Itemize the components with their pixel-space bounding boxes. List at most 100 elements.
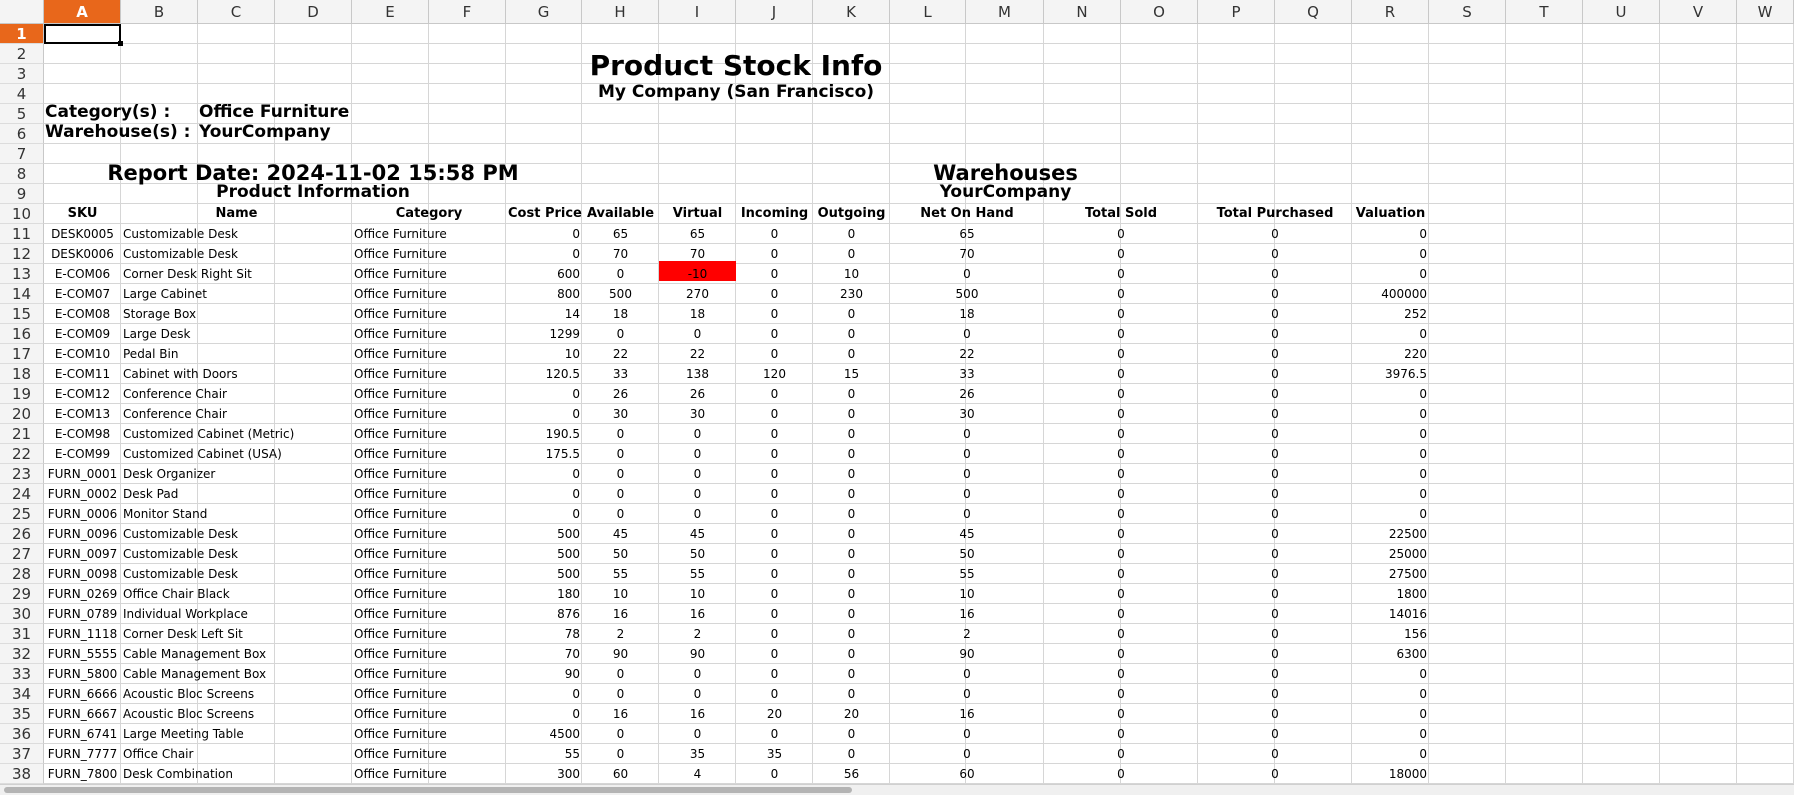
selected-cell-cursor[interactable]: [44, 24, 121, 44]
table-cell-incoming[interactable]: 0: [736, 624, 813, 644]
table-cell-total-sold[interactable]: 0: [1044, 424, 1198, 444]
table-cell-cost-price[interactable]: 0: [506, 464, 582, 484]
table-cell-category[interactable]: Office Furniture: [352, 424, 506, 444]
table-cell-net-on-hand[interactable]: 0: [890, 464, 1044, 484]
table-cell-total-sold[interactable]: 0: [1044, 524, 1198, 544]
column-header-d[interactable]: D: [275, 0, 352, 24]
table-cell-available[interactable]: 16: [582, 704, 659, 724]
table-cell-category[interactable]: Office Furniture: [352, 584, 506, 604]
table-cell-category[interactable]: Office Furniture: [352, 744, 506, 764]
table-cell-sku[interactable]: DESK0006: [44, 244, 121, 264]
table-cell-cost-price[interactable]: 0: [506, 484, 582, 504]
table-cell-virtual[interactable]: 2: [659, 624, 736, 644]
table-cell-name[interactable]: Acoustic Bloc Screens: [121, 704, 352, 724]
table-cell-incoming[interactable]: 0: [736, 464, 813, 484]
table-cell-sku[interactable]: FURN_7800: [44, 764, 121, 784]
horizontal-scrollbar[interactable]: [0, 784, 1794, 795]
table-cell-total-sold[interactable]: 0: [1044, 324, 1198, 344]
table-cell-net-on-hand[interactable]: 0: [890, 424, 1044, 444]
table-cell-outgoing[interactable]: 0: [813, 624, 890, 644]
table-cell-category[interactable]: Office Furniture: [352, 544, 506, 564]
table-cell-outgoing[interactable]: 0: [813, 484, 890, 504]
table-cell-incoming[interactable]: 0: [736, 584, 813, 604]
table-cell-virtual[interactable]: 0: [659, 444, 736, 464]
table-cell-sku[interactable]: E-COM09: [44, 324, 121, 344]
table-cell-total-purchased[interactable]: 0: [1198, 424, 1352, 444]
table-cell-available[interactable]: 0: [582, 264, 659, 284]
table-cell-total-sold[interactable]: 0: [1044, 304, 1198, 324]
table-cell-cost-price[interactable]: 190.5: [506, 424, 582, 444]
table-cell-name[interactable]: Office Chair Black: [121, 584, 352, 604]
table-cell-total-sold[interactable]: 0: [1044, 584, 1198, 604]
table-cell-cost-price[interactable]: 300: [506, 764, 582, 784]
table-cell-virtual[interactable]: 0: [659, 464, 736, 484]
table-cell-valuation[interactable]: 0: [1352, 324, 1429, 344]
table-cell-incoming[interactable]: 0: [736, 544, 813, 564]
row-header-26[interactable]: 26: [0, 524, 44, 544]
table-cell-incoming[interactable]: 35: [736, 744, 813, 764]
row-header-15[interactable]: 15: [0, 304, 44, 324]
table-cell-total-purchased[interactable]: 0: [1198, 664, 1352, 684]
table-cell-virtual[interactable]: 45: [659, 524, 736, 544]
table-cell-total-sold[interactable]: 0: [1044, 264, 1198, 284]
table-cell-category[interactable]: Office Furniture: [352, 764, 506, 784]
row-header-14[interactable]: 14: [0, 284, 44, 304]
column-header-l[interactable]: L: [890, 0, 966, 24]
table-cell-total-purchased[interactable]: 0: [1198, 244, 1352, 264]
table-cell-total-purchased[interactable]: 0: [1198, 404, 1352, 424]
table-cell-virtual[interactable]: 0: [659, 724, 736, 744]
row-header-16[interactable]: 16: [0, 324, 44, 344]
table-cell-name[interactable]: Customizable Desk: [121, 244, 352, 264]
row-header-6[interactable]: 6: [0, 124, 44, 144]
table-cell-cost-price[interactable]: 175.5: [506, 444, 582, 464]
table-cell-name[interactable]: Monitor Stand: [121, 504, 352, 524]
table-cell-category[interactable]: Office Furniture: [352, 304, 506, 324]
table-cell-virtual[interactable]: 55: [659, 564, 736, 584]
table-cell-net-on-hand[interactable]: 55: [890, 564, 1044, 584]
table-cell-sku[interactable]: E-COM99: [44, 444, 121, 464]
table-cell-category[interactable]: Office Furniture: [352, 384, 506, 404]
row-header-24[interactable]: 24: [0, 484, 44, 504]
table-cell-name[interactable]: Cable Management Box: [121, 644, 352, 664]
table-cell-name[interactable]: Desk Pad: [121, 484, 352, 504]
table-cell-sku[interactable]: FURN_6741: [44, 724, 121, 744]
table-cell-total-purchased[interactable]: 0: [1198, 224, 1352, 244]
table-cell-outgoing[interactable]: 0: [813, 444, 890, 464]
table-cell-cost-price[interactable]: 180: [506, 584, 582, 604]
table-cell-available[interactable]: 0: [582, 664, 659, 684]
table-cell-cost-price[interactable]: 0: [506, 244, 582, 264]
column-header-u[interactable]: U: [1583, 0, 1660, 24]
table-cell-total-purchased[interactable]: 0: [1198, 324, 1352, 344]
table-cell-valuation[interactable]: 0: [1352, 724, 1429, 744]
table-cell-net-on-hand[interactable]: 90: [890, 644, 1044, 664]
table-cell-net-on-hand[interactable]: 70: [890, 244, 1044, 264]
row-header-31[interactable]: 31: [0, 624, 44, 644]
table-cell-available[interactable]: 0: [582, 744, 659, 764]
table-cell-incoming[interactable]: 0: [736, 684, 813, 704]
table-cell-available[interactable]: 500: [582, 284, 659, 304]
table-cell-outgoing[interactable]: 0: [813, 244, 890, 264]
table-cell-outgoing[interactable]: 10: [813, 264, 890, 284]
table-cell-net-on-hand[interactable]: 0: [890, 264, 1044, 284]
table-cell-category[interactable]: Office Furniture: [352, 444, 506, 464]
table-cell-cost-price[interactable]: 70: [506, 644, 582, 664]
table-cell-net-on-hand[interactable]: 26: [890, 384, 1044, 404]
table-cell-cost-price[interactable]: 0: [506, 684, 582, 704]
table-cell-name[interactable]: Large Desk: [121, 324, 352, 344]
table-cell-total-sold[interactable]: 0: [1044, 684, 1198, 704]
table-cell-valuation[interactable]: 0: [1352, 444, 1429, 464]
table-cell-name[interactable]: Desk Combination: [121, 764, 352, 784]
row-header-19[interactable]: 19: [0, 384, 44, 404]
table-cell-available[interactable]: 0: [582, 724, 659, 744]
table-cell-category[interactable]: Office Furniture: [352, 564, 506, 584]
table-cell-available[interactable]: 65: [582, 224, 659, 244]
scrollbar-thumb[interactable]: [4, 787, 852, 793]
table-cell-sku[interactable]: E-COM11: [44, 364, 121, 384]
table-cell-total-purchased[interactable]: 0: [1198, 344, 1352, 364]
table-cell-sku[interactable]: FURN_7777: [44, 744, 121, 764]
table-cell-outgoing[interactable]: 0: [813, 224, 890, 244]
table-cell-virtual[interactable]: 35: [659, 744, 736, 764]
table-cell-virtual[interactable]: 0: [659, 484, 736, 504]
table-cell-total-sold[interactable]: 0: [1044, 484, 1198, 504]
table-cell-sku[interactable]: DESK0005: [44, 224, 121, 244]
